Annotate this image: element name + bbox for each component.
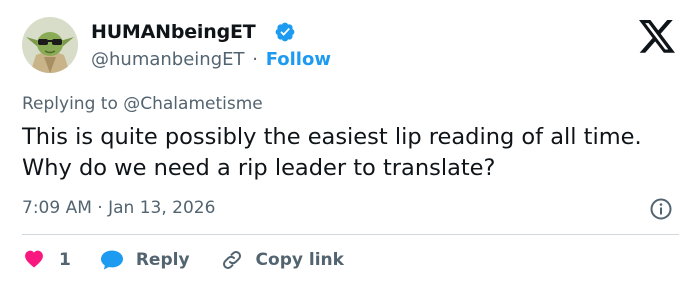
like-button[interactable]: 1 xyxy=(22,248,99,272)
display-name[interactable]: HUMANbeingET xyxy=(91,20,256,44)
replying-prefix: Replying to xyxy=(22,94,118,114)
avatar[interactable] xyxy=(22,17,78,73)
handle[interactable]: @humanbeingET xyxy=(91,49,245,70)
copy-link-button[interactable]: Copy link xyxy=(220,248,344,272)
follow-button[interactable]: Follow xyxy=(266,49,331,70)
handle-row: @humanbeingET · Follow xyxy=(91,48,331,72)
separator-dot: · xyxy=(252,49,258,70)
info-icon[interactable] xyxy=(649,197,673,221)
copy-link-label: Copy link xyxy=(255,250,344,270)
link-icon xyxy=(222,251,241,269)
heart-icon xyxy=(25,250,43,268)
reply-label: Reply xyxy=(135,250,190,270)
verified-badge-icon xyxy=(275,22,295,42)
tweet-timestamp[interactable]: 7:09 AM · Jan 13, 2026 xyxy=(22,197,215,219)
replying-mention-link[interactable]: @Chalametisme xyxy=(123,94,263,114)
x-logo-icon[interactable] xyxy=(637,20,677,56)
divider xyxy=(22,234,679,235)
action-bar: 1 Reply Copy link xyxy=(22,246,344,274)
replying-to: Replying to @Chalametisme xyxy=(22,93,263,115)
avatar-image xyxy=(22,17,78,73)
speech-bubble-icon xyxy=(100,250,123,270)
tweet-text: This is quite possibly the easiest lip r… xyxy=(22,124,642,181)
like-count: 1 xyxy=(59,250,71,270)
reply-button[interactable]: Reply xyxy=(99,248,220,272)
